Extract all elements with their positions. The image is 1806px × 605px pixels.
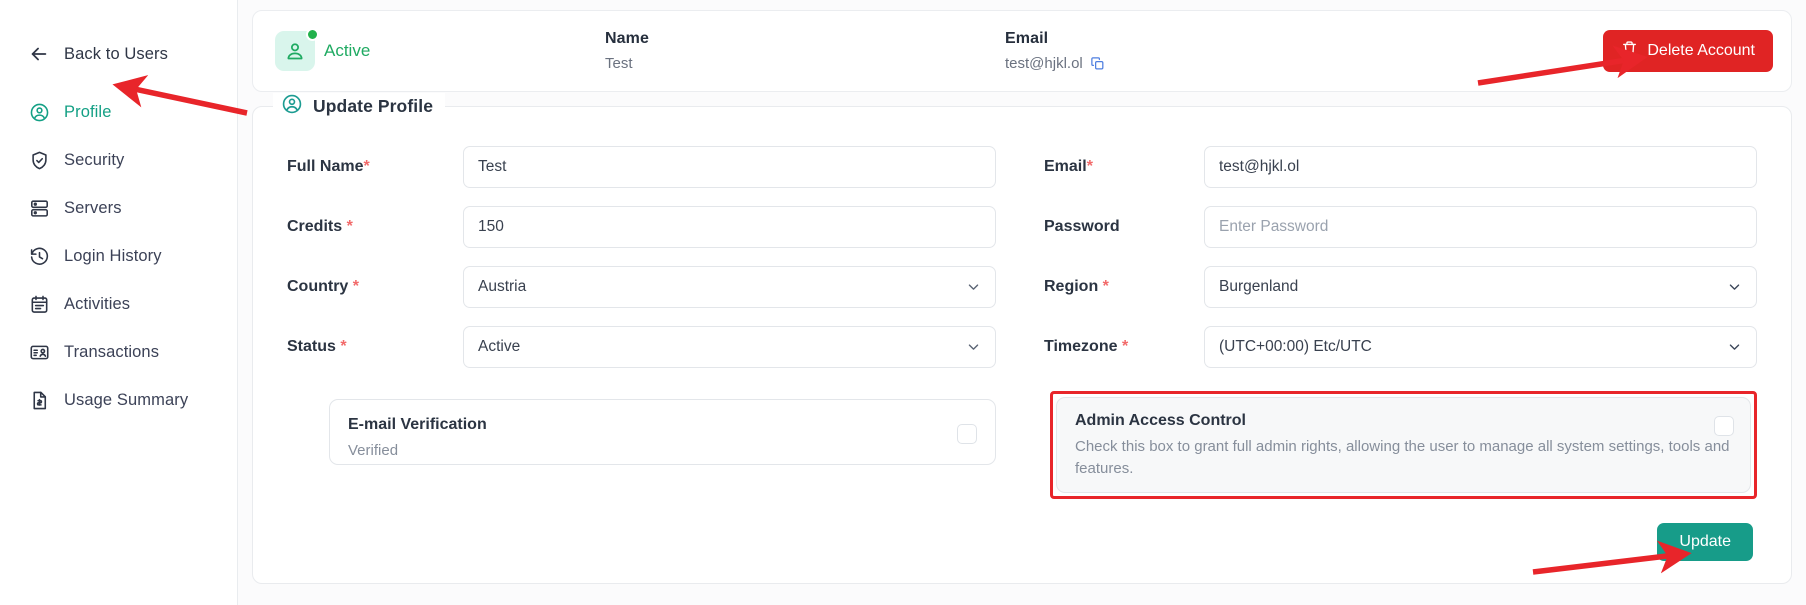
sidebar-item-transactions[interactable]: Transactions (0, 328, 237, 376)
delete-account-label: Delete Account (1647, 42, 1755, 60)
admin-access-title: Admin Access Control (1075, 412, 1732, 430)
avatar (275, 31, 315, 71)
copy-icon[interactable] (1090, 56, 1105, 71)
name-value: Test (605, 55, 1005, 72)
trash-icon (1621, 40, 1638, 62)
form-row-status: Status * Active (287, 317, 996, 377)
chevron-down-icon (1727, 280, 1742, 295)
status-label: Status * (287, 338, 463, 356)
online-status-dot (306, 28, 319, 41)
email-value: test@hjkl.ol (1005, 55, 1083, 72)
update-profile-legend: Update Profile (273, 93, 445, 120)
status-select[interactable]: Active (463, 326, 996, 368)
chevron-down-icon (1727, 340, 1742, 355)
required-marker: * (1087, 158, 1093, 175)
sidebar-item-label: Security (64, 151, 124, 170)
full-name-input[interactable]: Test (463, 146, 996, 188)
form-column-left: Full Name* Test Credits * 150 Country * … (287, 137, 1022, 499)
main-content: Active Name Test Email test@hjkl.ol (238, 0, 1806, 605)
region-label: Region * (1044, 278, 1204, 296)
required-marker: * (353, 278, 359, 295)
email-verification-panel: E-mail Verification Verified (329, 399, 996, 465)
server-icon (28, 197, 50, 219)
form-row-country: Country * Austria (287, 257, 996, 317)
required-marker: * (1122, 338, 1128, 355)
admin-access-description: Check this box to grant full admin right… (1075, 436, 1732, 480)
timezone-label: Timezone * (1044, 338, 1204, 356)
full-name-label: Full Name* (287, 158, 463, 176)
chevron-down-icon (966, 340, 981, 355)
user-circle-icon (28, 101, 50, 123)
id-card-icon (28, 341, 50, 363)
back-to-users-link[interactable]: Back to Users (0, 30, 237, 78)
credits-input[interactable]: 150 (463, 206, 996, 248)
user-profile-page: Back to Users Profile Security Servers L (0, 0, 1806, 605)
form-grid: Full Name* Test Credits * 150 Country * … (287, 137, 1757, 499)
user-circle-icon (281, 93, 303, 120)
required-marker: * (363, 158, 369, 175)
email-input[interactable]: test@hjkl.ol (1204, 146, 1757, 188)
sidebar-item-label: Servers (64, 199, 122, 218)
sidebar-item-label: Transactions (64, 343, 159, 362)
sidebar-item-profile[interactable]: Profile (0, 88, 237, 136)
sidebar: Back to Users Profile Security Servers L (0, 0, 238, 605)
chevron-down-icon (966, 280, 981, 295)
email-field-summary: Email test@hjkl.ol (1005, 30, 1405, 72)
sidebar-item-login-history[interactable]: Login History (0, 232, 237, 280)
admin-access-panel: Admin Access Control Check this box to g… (1056, 397, 1751, 493)
arrow-left-icon (28, 43, 50, 65)
page-title: Update Profile (313, 96, 433, 117)
country-label: Country * (287, 278, 463, 296)
sidebar-item-label: Profile (64, 103, 111, 122)
email-label: Email (1005, 30, 1405, 48)
user-summary-card: Active Name Test Email test@hjkl.ol (252, 10, 1792, 92)
sidebar-item-servers[interactable]: Servers (0, 184, 237, 232)
form-row-region: Region * Burgenland (1044, 257, 1757, 317)
update-button[interactable]: Update (1657, 523, 1753, 561)
credits-label: Credits * (287, 218, 463, 236)
history-icon (28, 245, 50, 267)
name-label: Name (605, 30, 1005, 48)
back-to-users-label: Back to Users (64, 45, 168, 64)
email-verification-title: E-mail Verification (348, 416, 977, 434)
required-marker: * (1103, 278, 1109, 295)
form-row-email: Email* test@hjkl.ol (1044, 137, 1757, 197)
shield-check-icon (28, 149, 50, 171)
invoice-icon (28, 389, 50, 411)
delete-account-button[interactable]: Delete Account (1603, 30, 1773, 72)
status-badge: Active (275, 31, 605, 71)
region-select[interactable]: Burgenland (1204, 266, 1757, 308)
sidebar-item-label: Usage Summary (64, 391, 188, 410)
email-verification-status: Verified (348, 440, 977, 462)
country-select[interactable]: Austria (463, 266, 996, 308)
email-verification-checkbox[interactable] (957, 424, 977, 444)
update-profile-card: Update Profile Full Name* Test Credits *… (252, 106, 1792, 584)
form-footer: Update (287, 523, 1757, 561)
sidebar-item-security[interactable]: Security (0, 136, 237, 184)
email-value-row: test@hjkl.ol (1005, 55, 1405, 72)
form-row-credits: Credits * 150 (287, 197, 996, 257)
admin-access-highlight: Admin Access Control Check this box to g… (1050, 391, 1757, 499)
password-input[interactable]: Enter Password (1204, 206, 1757, 248)
required-marker: * (340, 338, 346, 355)
sidebar-item-activities[interactable]: Activities (0, 280, 237, 328)
email-label: Email* (1044, 158, 1204, 176)
form-column-right: Email* test@hjkl.ol Password Enter Passw… (1022, 137, 1757, 499)
calendar-icon (28, 293, 50, 315)
status-label: Active (324, 41, 370, 61)
admin-access-checkbox[interactable] (1714, 416, 1734, 436)
timezone-select[interactable]: (UTC+00:00) Etc/UTC (1204, 326, 1757, 368)
required-marker: * (347, 218, 353, 235)
sidebar-item-label: Login History (64, 247, 162, 266)
form-row-full-name: Full Name* Test (287, 137, 996, 197)
sidebar-item-label: Activities (64, 295, 130, 314)
password-label: Password (1044, 218, 1204, 236)
form-row-password: Password Enter Password (1044, 197, 1757, 257)
form-row-timezone: Timezone * (UTC+00:00) Etc/UTC (1044, 317, 1757, 377)
sidebar-item-usage-summary[interactable]: Usage Summary (0, 376, 237, 424)
name-field: Name Test (605, 30, 1005, 72)
